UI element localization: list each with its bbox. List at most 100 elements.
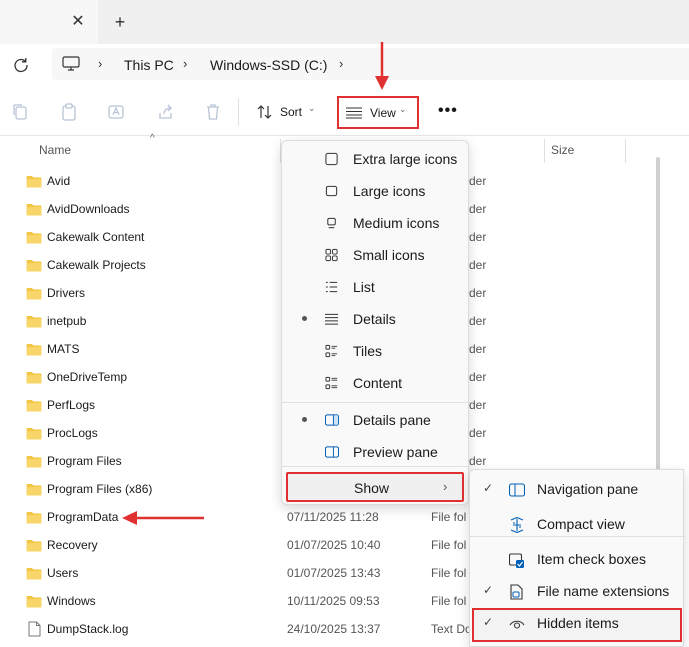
view-menu-item-label: Extra large icons — [353, 151, 458, 167]
view-menu-item-label: Details pane — [353, 412, 431, 428]
file-name: Program Files — [47, 454, 122, 468]
hidden-items-icon — [509, 620, 525, 629]
file-type: der — [469, 454, 487, 468]
view-menu-item-label: Content — [353, 375, 403, 391]
column-header-name[interactable]: Name — [39, 143, 71, 157]
chevron-down-icon: ⌄ — [308, 103, 316, 113]
paste-icon[interactable] — [60, 103, 78, 121]
annotation-arrow-programdata — [122, 511, 204, 525]
file-name: Cakewalk Projects — [47, 258, 146, 272]
breadcrumb-windows-ssd[interactable]: Windows-SSD (C:) — [210, 57, 327, 73]
folder-icon — [26, 511, 42, 524]
show-menu-item-label: Navigation pane — [537, 481, 639, 497]
file-icon — [28, 621, 41, 637]
show-menu-item-compact-view[interactable]: Compact view — [470, 508, 685, 540]
show-menu-item-label: Item check boxes — [537, 551, 646, 567]
tab-strip: ✕ + — [0, 0, 689, 44]
file-name: Drivers — [47, 286, 85, 300]
view-menu-item-label: Small icons — [353, 247, 425, 263]
share-icon[interactable] — [157, 103, 175, 121]
show-menu-item-label: File name extensions — [537, 583, 670, 599]
file-type: der — [469, 230, 487, 244]
rename-icon[interactable] — [108, 103, 126, 121]
file-name: MATS — [47, 342, 80, 356]
show-menu-item-navigation-pane[interactable]: ✓ Navigation pane — [470, 473, 685, 505]
column-divider[interactable] — [625, 139, 626, 163]
view-menu-item-label: Details — [353, 311, 396, 327]
address-bar[interactable]: › This PC › Windows-SSD (C:) › — [52, 48, 689, 80]
file-name: ProcLogs — [47, 426, 98, 440]
file-date-modified: 24/10/2025 13:37 — [287, 622, 381, 636]
refresh-icon[interactable] — [10, 54, 32, 76]
view-menu-item-content[interactable]: Content — [282, 367, 470, 399]
file-date-modified: 01/07/2025 10:40 — [287, 538, 381, 552]
show-menu-item-item-check-boxes[interactable]: Item check boxes — [470, 543, 685, 575]
folder-icon — [26, 567, 42, 580]
file-type: der — [469, 314, 487, 328]
preview-pane-icon — [325, 446, 339, 458]
breadcrumb-this-pc[interactable]: This PC — [124, 57, 174, 73]
view-menu-item-extra-larges-icon[interactable]: Extra large icons — [282, 143, 470, 175]
column-divider[interactable] — [544, 139, 545, 163]
file-name: Windows — [47, 594, 96, 608]
folder-icon — [26, 231, 42, 244]
breadcrumb-separator[interactable]: › — [98, 56, 102, 71]
folder-icon — [26, 455, 42, 468]
file-date-modified: 01/07/2025 13:43 — [287, 566, 381, 580]
more-options-button[interactable]: ••• — [438, 102, 458, 120]
menu-separator — [282, 466, 470, 467]
show-menu-item-hidden-items[interactable]: ✓ Hidden items — [470, 607, 685, 639]
tab-active[interactable]: ✕ — [0, 0, 98, 44]
folder-icon — [26, 595, 42, 608]
view-menu-item-smalls-icon[interactable]: Small icons — [282, 239, 470, 271]
file-name: Users — [47, 566, 79, 580]
file-type: Text Do — [431, 622, 471, 636]
file-name: Cakewalk Content — [47, 230, 145, 244]
file-name: OneDriveTemp — [47, 370, 128, 384]
file-type: der — [469, 426, 487, 440]
file-name: AvidDownloads — [47, 202, 130, 216]
view-menu-item-larges-icon[interactable]: Large icons — [282, 175, 470, 207]
this-pc-icon[interactable] — [62, 56, 80, 72]
view-menu-item-tiles[interactable]: Tiles — [282, 335, 470, 367]
breadcrumb-separator[interactable]: › — [183, 56, 187, 71]
medium-icons-icon — [327, 217, 336, 229]
folder-icon — [26, 371, 42, 384]
view-menu-item-details[interactable]: Details — [282, 303, 470, 335]
sort-label: Sort — [280, 105, 303, 119]
copy-icon[interactable] — [11, 103, 29, 121]
details-pane-icon — [325, 414, 339, 426]
view-menu-item-label: Tiles — [353, 343, 383, 359]
view-menu-item-label: Medium icons — [353, 215, 440, 231]
file-type: der — [469, 202, 487, 216]
file-name: DumpStack.log — [47, 622, 129, 636]
show-submenu: ✓ Navigation pane Compact view Item check b… — [469, 469, 685, 647]
annotation-arrow-view — [375, 42, 389, 90]
view-menu-item-preview-pane[interactable]: Preview pane — [282, 436, 470, 468]
file-name: Avid — [47, 174, 71, 188]
file-name: Recovery — [47, 538, 98, 552]
show-menu-item[interactable]: Show › — [286, 472, 464, 502]
file-name: Program Files (x86) — [47, 482, 153, 496]
list-icon — [325, 281, 338, 293]
new-tab-icon[interactable]: + — [110, 12, 130, 32]
folder-icon — [26, 427, 42, 440]
file-type: File fol — [431, 566, 467, 580]
view-menu-item-label: Preview pane — [353, 444, 438, 460]
close-tab-icon[interactable]: ✕ — [68, 12, 88, 32]
view-menu-item-mediums-icon[interactable]: Medium icons — [282, 207, 470, 239]
folder-icon — [26, 343, 42, 356]
view-menu-item-list[interactable]: List — [282, 271, 470, 303]
checkmark-icon: ✓ — [483, 615, 494, 629]
column-header-size[interactable]: Size — [551, 143, 574, 157]
breadcrumb-separator[interactable]: › — [339, 56, 343, 71]
show-menu-item-file-extension[interactable]: ✓ File name extensions — [470, 575, 685, 607]
view-button[interactable]: View ⌄ — [337, 96, 419, 129]
command-bar: Sort ⌄ View ⌄ ••• — [0, 88, 689, 136]
selected-bullet-icon — [302, 316, 307, 321]
view-menu-item-details-pane[interactable]: Details pane — [282, 404, 470, 436]
folder-icon — [26, 483, 42, 496]
delete-icon[interactable] — [204, 103, 222, 121]
chevron-right-icon: › — [443, 479, 448, 494]
navigation-pane-icon — [509, 483, 525, 497]
